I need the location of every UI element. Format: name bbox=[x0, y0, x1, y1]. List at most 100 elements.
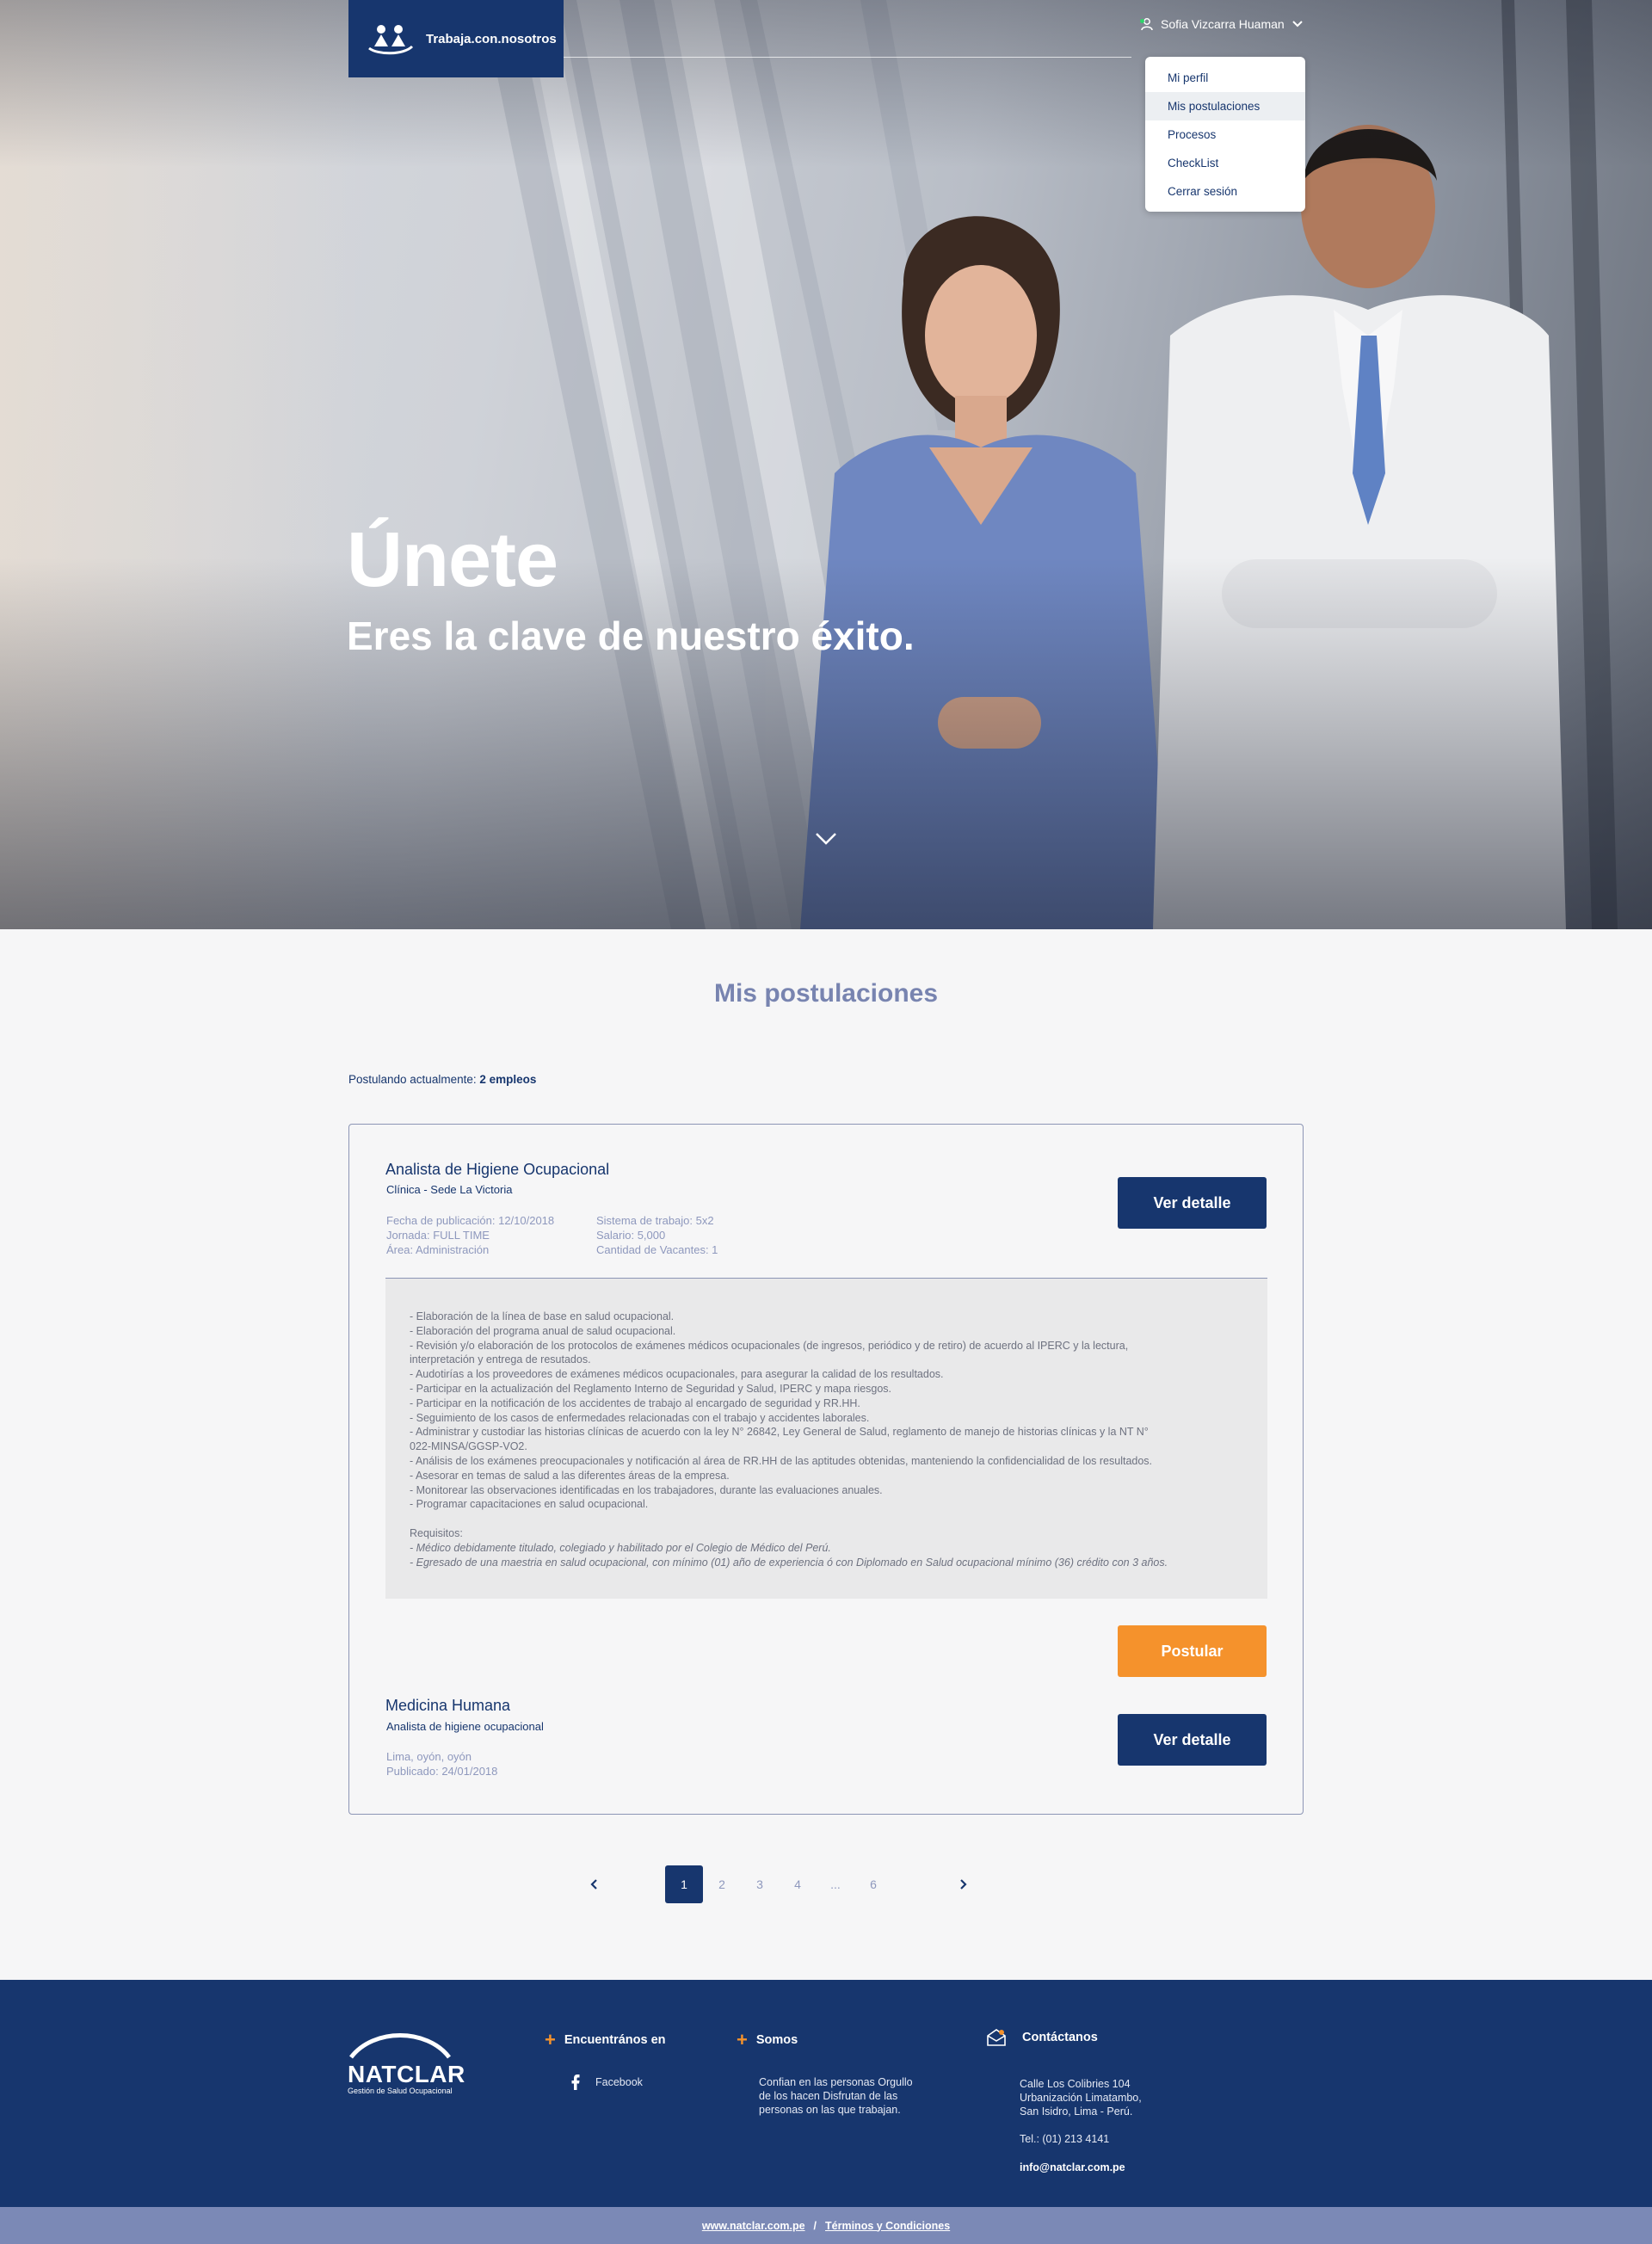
page-button-3[interactable]: 3 bbox=[741, 1865, 779, 1903]
desc-line: 022-MINSA/GGSP-VO2. bbox=[410, 1440, 527, 1453]
envelope-icon bbox=[987, 2029, 1006, 2046]
about-line: personas on las que trabajan. bbox=[759, 2104, 901, 2116]
job-title: Analista de Higiene Ocupacional bbox=[385, 1161, 610, 1178]
desc-line: - Elaboración de la línea de base en sal… bbox=[410, 1310, 675, 1322]
facebook-link[interactable]: Facebook bbox=[571, 2074, 643, 2090]
desc-line: - Audotirías a los proveedores de exámen… bbox=[410, 1368, 944, 1381]
count-label: Postulando actualmente: bbox=[348, 1073, 477, 1086]
job-meta-right: Sistema de trabajo: 5x2 Salario: 5,000 C… bbox=[596, 1213, 718, 1257]
apply-button[interactable]: Postular bbox=[1118, 1625, 1267, 1677]
job-subtitle: Clínica - Sede La Victoria bbox=[386, 1183, 513, 1196]
header-divider bbox=[564, 57, 1131, 58]
facebook-label: Facebook bbox=[595, 2076, 643, 2088]
menu-item-mi-perfil[interactable]: Mi perfil bbox=[1145, 64, 1305, 92]
prev-page-button[interactable] bbox=[575, 1865, 613, 1903]
applications-count: Postulando actualmente: 2 empleos bbox=[348, 1073, 536, 1086]
desc-line: - Participar en la notificación de los a… bbox=[410, 1396, 860, 1409]
scroll-down-chevron-icon[interactable] bbox=[814, 831, 838, 847]
desc-line: - Seguimiento de los casos de enfermedad… bbox=[410, 1411, 870, 1424]
requirement-line: - Egresado de una maestria en salud ocup… bbox=[410, 1556, 1168, 1569]
menu-item-checklist[interactable]: CheckList bbox=[1145, 149, 1305, 177]
footer-find-us-heading: + Encuentrános en bbox=[545, 2029, 666, 2050]
desc-line: - Participar en la actualización del Reg… bbox=[410, 1382, 892, 1395]
job-meta-left: Lima, oyón, oyón Publicado: 24/01/2018 bbox=[386, 1749, 497, 1779]
address-line: San Isidro, Lima - Perú. bbox=[1020, 2105, 1133, 2118]
website-link[interactable]: www.natclar.com.pe bbox=[702, 2220, 805, 2232]
address-line: Urbanización Limatambo, bbox=[1020, 2092, 1142, 2104]
desc-line: - Análisis de los exámenes preocupaciona… bbox=[410, 1454, 1153, 1467]
job-subtitle: Analista de higiene ocupacional bbox=[386, 1720, 544, 1733]
about-line: Confian en las personas Orgullo bbox=[759, 2076, 913, 2088]
chevron-left-icon bbox=[590, 1879, 597, 1890]
menu-item-cerrar-sesion[interactable]: Cerrar sesión bbox=[1145, 177, 1305, 206]
job-location: Lima, oyón, oyón bbox=[386, 1750, 472, 1763]
requirement-line: - Médico debidamente titulado, colegiado… bbox=[410, 1541, 831, 1554]
desc-line: - Monitorear las observaciones identific… bbox=[410, 1483, 883, 1496]
menu-item-procesos[interactable]: Procesos bbox=[1145, 120, 1305, 149]
hero-title: Únete bbox=[347, 517, 558, 603]
link-separator: / bbox=[813, 2219, 817, 2232]
page-button-1[interactable]: 1 bbox=[665, 1865, 703, 1903]
plus-icon: + bbox=[737, 2029, 748, 2050]
footer-about-heading: + Somos bbox=[737, 2029, 798, 2050]
menu-item-mis-postulaciones[interactable]: Mis postulaciones bbox=[1145, 92, 1305, 120]
user-name: Sofia Vizcarra Huaman bbox=[1161, 17, 1285, 31]
page-button-2[interactable]: 2 bbox=[703, 1865, 741, 1903]
desc-line: - Administrar y custodiar las historias … bbox=[410, 1426, 1149, 1439]
footer-brand-tagline: Gestión de Salud Ocupacional bbox=[348, 2087, 453, 2095]
page-button-4[interactable]: 4 bbox=[779, 1865, 817, 1903]
hero-banner bbox=[0, 0, 1652, 929]
section-title: Mis postulaciones bbox=[713, 979, 939, 1008]
facebook-icon bbox=[571, 2074, 580, 2090]
online-status-dot bbox=[1140, 19, 1144, 23]
pagination: 1 2 3 4 ... 6 bbox=[0, 1865, 1652, 1903]
desc-line: interpretación y entrega de resutados. bbox=[410, 1353, 591, 1366]
job-publish-date: Fecha de publicación: 12/10/2018 bbox=[386, 1214, 555, 1227]
page-ellipsis: ... bbox=[830, 1877, 841, 1891]
job-description: - Elaboración de la línea de base en sal… bbox=[385, 1279, 1267, 1599]
natclar-arc-icon bbox=[349, 2033, 451, 2059]
footer-phone[interactable]: Tel.: (01) 213 4141 bbox=[1020, 2132, 1109, 2146]
job-schedule: Jornada: FULL TIME bbox=[386, 1229, 490, 1242]
footer-email[interactable]: info@natclar.com.pe bbox=[1020, 2161, 1125, 2174]
terms-link[interactable]: Términos y Condiciones bbox=[825, 2220, 950, 2232]
footer: NATCLAR Gestión de Salud Ocupacional + E… bbox=[0, 1980, 1652, 2207]
desc-line: - Elaboración del programa anual de salu… bbox=[410, 1324, 676, 1337]
job-vacancies: Cantidad de Vacantes: 1 bbox=[596, 1243, 718, 1256]
desc-line: - Revisión y/o elaboración de los protoc… bbox=[410, 1339, 1129, 1352]
view-detail-button[interactable]: Ver detalle bbox=[1118, 1714, 1267, 1766]
footer-about-title: Somos bbox=[755, 2033, 798, 2047]
about-line: de los hacen Disfrutan de las bbox=[759, 2090, 898, 2102]
view-detail-button[interactable]: Ver detalle bbox=[1118, 1177, 1267, 1229]
user-menu-toggle[interactable]: Sofia Vizcarra Huaman bbox=[1140, 17, 1304, 31]
footer-bottom-bar: www.natclar.com.pe / Términos y Condicio… bbox=[0, 2207, 1652, 2244]
job-meta-left: Fecha de publicación: 12/10/2018 Jornada… bbox=[386, 1213, 554, 1257]
address-line: Calle Los Colibries 104 bbox=[1020, 2078, 1131, 2090]
requirements-label: Requisitos: bbox=[410, 1527, 463, 1540]
chevron-down-icon bbox=[1291, 21, 1303, 28]
footer-about-text: Confian en las personas Orgullo de los h… bbox=[759, 2075, 913, 2117]
hero-subtitle: Eres la clave de nuestro éxito. bbox=[347, 613, 915, 658]
footer-contact-heading: Contáctanos bbox=[986, 2028, 1098, 2047]
footer-contact-title: Contáctanos bbox=[1022, 2031, 1098, 2044]
footer-brand-logo[interactable]: NATCLAR Gestión de Salud Ocupacional bbox=[348, 2033, 465, 2096]
job-work-system: Sistema de trabajo: 5x2 bbox=[596, 1214, 714, 1227]
applications-list: Analista de Higiene Ocupacional Clínica … bbox=[348, 1124, 1304, 1815]
user-dropdown-menu: Mi perfil Mis postulaciones Procesos Che… bbox=[1145, 57, 1305, 212]
next-page-button[interactable] bbox=[945, 1865, 983, 1903]
site-logo[interactable]: Trabaja.con.nosotros bbox=[348, 0, 564, 77]
page-button-6[interactable]: 6 bbox=[854, 1865, 892, 1903]
plus-icon: + bbox=[545, 2029, 556, 2050]
footer-find-us-title: Encuentrános en bbox=[564, 2033, 666, 2047]
job-title: Medicina Humana bbox=[385, 1697, 511, 1714]
job-salary: Salario: 5,000 bbox=[596, 1229, 666, 1242]
footer-address: Calle Los Colibries 104 Urbanización Lim… bbox=[1020, 2077, 1142, 2118]
desc-line: - Asesorar en temas de salud a las difer… bbox=[410, 1469, 730, 1482]
footer-brand-name: NATCLAR bbox=[348, 2061, 465, 2087]
job-published: Publicado: 24/01/2018 bbox=[386, 1765, 498, 1778]
logo-text: Trabaja.con.nosotros bbox=[426, 31, 557, 46]
chevron-right-icon bbox=[960, 1879, 967, 1890]
desc-line: - Programar capacitaciones en salud ocup… bbox=[410, 1498, 649, 1511]
job-area: Área: Administración bbox=[386, 1243, 490, 1256]
count-value: 2 empleos bbox=[479, 1073, 537, 1086]
